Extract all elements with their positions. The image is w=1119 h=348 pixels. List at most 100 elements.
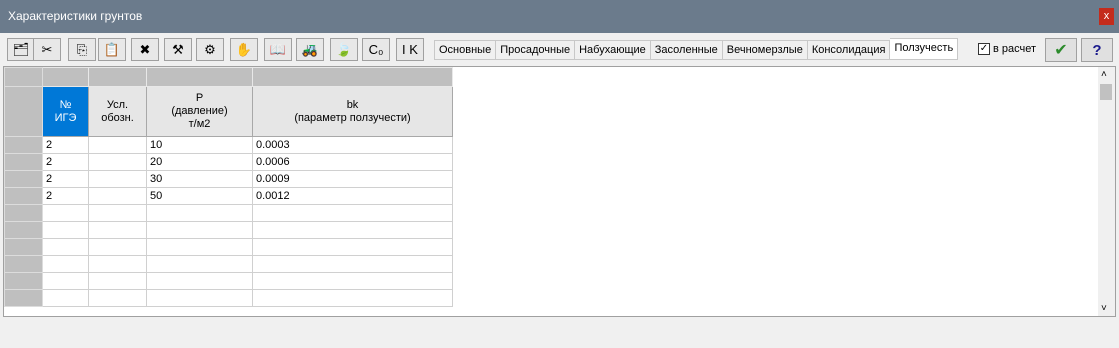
empty-cell[interactable] — [88, 204, 147, 222]
empty-cell[interactable] — [146, 238, 253, 256]
row-header[interactable] — [4, 204, 43, 222]
col-header-bk[interactable]: bk (параметр ползучести) — [252, 86, 453, 137]
col-header-code[interactable]: Усл. обозн. — [88, 86, 147, 137]
cell-bk[interactable]: 0.0012 — [252, 187, 453, 205]
empty-cell[interactable] — [88, 255, 147, 273]
empty-cell[interactable] — [88, 238, 147, 256]
cell-ige[interactable]: 2 — [42, 153, 89, 171]
row-header[interactable] — [4, 221, 43, 239]
cell-code[interactable] — [88, 187, 147, 205]
empty-cell[interactable] — [252, 272, 453, 290]
row-header[interactable] — [4, 289, 43, 307]
ok-button[interactable]: ✔ — [1045, 38, 1077, 62]
table-row-empty[interactable] — [4, 255, 453, 273]
empty-cell[interactable] — [42, 221, 89, 239]
table-row[interactable]: 2 20 0.0006 — [4, 153, 453, 171]
c0-icon: C₀ — [368, 42, 384, 57]
empty-cell[interactable] — [146, 289, 253, 307]
tab-4[interactable]: Вечномерзлые — [722, 40, 808, 60]
row-header[interactable] — [4, 255, 43, 273]
cell-p[interactable]: 50 — [146, 187, 253, 205]
cell-code[interactable] — [88, 136, 147, 154]
creep-grid[interactable]: № ИГЭ Усл. обозн. P (давление) т/м2 bk (парам… — [3, 66, 1116, 317]
cell-bk[interactable]: 0.0006 — [252, 153, 453, 171]
c0-button[interactable]: C₀ — [362, 38, 390, 61]
leaf-button[interactable]: 🍃 — [330, 38, 358, 61]
empty-cell[interactable] — [252, 289, 453, 307]
col-header-ige[interactable]: № ИГЭ — [42, 86, 89, 137]
cell-ige[interactable]: 2 — [42, 187, 89, 205]
tab-5[interactable]: Консолидация — [807, 40, 891, 60]
band-cell — [42, 67, 89, 87]
in-calc-checkbox[interactable]: ✓ в расчет — [978, 43, 1036, 55]
header-row: № ИГЭ Усл. обозн. P (давление) т/м2 bk (парам… — [4, 86, 453, 137]
table-row-empty[interactable] — [4, 272, 453, 290]
table-row-empty[interactable] — [4, 204, 453, 222]
row-header[interactable] — [4, 187, 43, 205]
row-header[interactable] — [4, 153, 43, 171]
k-button[interactable]: I K — [396, 38, 424, 61]
col-header-pressure[interactable]: P (давление) т/м2 — [146, 86, 253, 137]
cell-p[interactable]: 30 — [146, 170, 253, 188]
empty-cell[interactable] — [252, 238, 453, 256]
checkbox-box[interactable]: ✓ — [978, 43, 990, 55]
cell-code[interactable] — [88, 170, 147, 188]
tab-2[interactable]: Набухающие — [575, 40, 651, 60]
delete-button[interactable]: ✖ — [131, 38, 159, 61]
cut-button[interactable]: ✂ — [33, 38, 61, 61]
table-row-empty[interactable] — [4, 221, 453, 239]
empty-cell[interactable] — [146, 255, 253, 273]
empty-cell[interactable] — [42, 204, 89, 222]
tab-0[interactable]: Основные — [434, 40, 497, 60]
tab-1[interactable]: Просадочные — [496, 40, 576, 60]
cell-p[interactable]: 10 — [146, 136, 253, 154]
book-button[interactable]: 📖 — [264, 38, 292, 61]
table-row[interactable]: 2 30 0.0009 — [4, 170, 453, 188]
scroll-thumb[interactable] — [1100, 84, 1112, 100]
help-button[interactable]: ? — [1081, 38, 1113, 62]
table-row-empty[interactable] — [4, 238, 453, 256]
row-header[interactable] — [4, 170, 43, 188]
empty-cell[interactable] — [88, 221, 147, 239]
empty-cell[interactable] — [42, 289, 89, 307]
empty-cell[interactable] — [252, 255, 453, 273]
empty-cell[interactable] — [252, 204, 453, 222]
empty-cell[interactable] — [42, 238, 89, 256]
cell-p[interactable]: 20 — [146, 153, 253, 171]
copy-button[interactable]: ⎘ — [68, 38, 96, 61]
disabled-button[interactable]: ⚙ — [196, 38, 224, 61]
cell-bk[interactable]: 0.0009 — [252, 170, 453, 188]
disabled-icon: ⚙ — [204, 41, 216, 57]
hand-button[interactable]: ✋ — [230, 38, 258, 61]
vertical-scrollbar[interactable]: ˄ ˅ — [1098, 67, 1115, 316]
cell-ige[interactable]: 2 — [42, 136, 89, 154]
row-header[interactable] — [4, 136, 43, 154]
empty-cell[interactable] — [88, 272, 147, 290]
empty-cell[interactable] — [146, 221, 253, 239]
open-button[interactable]: 🗂 — [7, 38, 35, 61]
table-row[interactable]: 2 10 0.0003 — [4, 136, 453, 154]
paste-button[interactable]: 📋 — [98, 38, 126, 61]
row-header[interactable] — [4, 238, 43, 256]
machine-button[interactable]: 🚜 — [296, 38, 324, 61]
table-row[interactable]: 2 50 0.0012 — [4, 187, 453, 205]
scroll-down-icon[interactable]: ˅ — [1101, 303, 1107, 314]
tool-button[interactable]: ⚒ — [164, 38, 192, 61]
empty-cell[interactable] — [42, 272, 89, 290]
empty-cell[interactable] — [146, 272, 253, 290]
empty-cell[interactable] — [252, 221, 453, 239]
empty-cell[interactable] — [88, 289, 147, 307]
tab-3[interactable]: Засоленные — [650, 40, 723, 60]
cell-ige[interactable]: 2 — [42, 170, 89, 188]
machine-icon: 🚜 — [301, 41, 319, 57]
close-button[interactable]: x — [1099, 8, 1114, 25]
scroll-up-icon[interactable]: ˄ — [1101, 69, 1107, 80]
empty-cell[interactable] — [42, 255, 89, 273]
empty-cell[interactable] — [146, 204, 253, 222]
cell-code[interactable] — [88, 153, 147, 171]
table-row-empty[interactable] — [4, 289, 453, 307]
k-icon: I K — [402, 42, 418, 57]
tab-6[interactable]: Ползучесть — [890, 38, 959, 60]
cell-bk[interactable]: 0.0003 — [252, 136, 453, 154]
row-header[interactable] — [4, 272, 43, 290]
